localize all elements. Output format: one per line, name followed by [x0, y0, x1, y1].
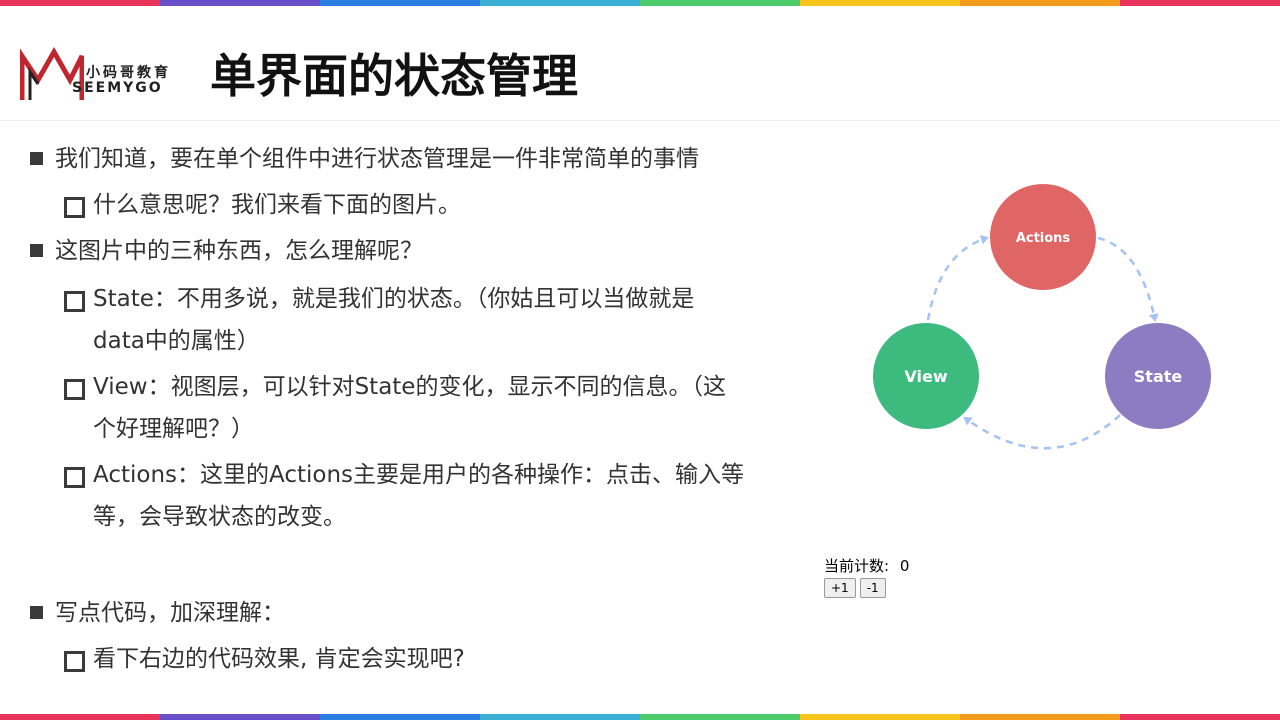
bullet-text-line: 什么意思呢？我们来看下面的图片。: [93, 192, 461, 218]
arrow-actions-to-state: [1097, 236, 1159, 322]
bullet-text: 什么意思呢？我们来看下面的图片。: [93, 184, 461, 226]
color-bar-segment: [640, 714, 800, 720]
bullet-text: 这图片中的三种东西，怎么理解呢？: [55, 230, 423, 272]
bullet-text-line: 我们知道，要在单个组件中进行状态管理是一件非常简单的事情: [55, 146, 699, 172]
color-bar-segment: [1120, 714, 1280, 720]
bullet-text-line: 写点代码，加深理解：: [55, 600, 285, 626]
bullet-text-line: data中的属性）: [93, 328, 260, 354]
bullet-text-line: State：不用多说，就是我们的状态。（你姑且可以当做就是: [93, 286, 695, 312]
state-node-label: State: [1134, 367, 1183, 386]
slide-header: 小码哥教育 SEEMYGO 单界面的状态管理: [0, 6, 1280, 121]
hollow-square-bullet-icon: [64, 454, 85, 496]
actions-node-label: Actions: [1016, 231, 1071, 246]
view-node-label: View: [904, 367, 947, 386]
hollow-square-bullet-icon: [64, 366, 85, 408]
counter-display: 当前计数: 0: [824, 556, 909, 576]
logo-text-en: SEEMYGO: [72, 80, 163, 96]
increment-button[interactable]: +1: [824, 578, 856, 598]
hollow-square-bullet-icon: [64, 278, 85, 320]
hollow-square-bullet-icon: [64, 638, 85, 680]
bottom-color-bar: [0, 714, 1280, 720]
color-bar-segment: [160, 714, 320, 720]
bullet-text-line: 这图片中的三种东西，怎么理解呢？: [55, 238, 423, 264]
arrow-view-to-actions: [926, 234, 989, 321]
page-title: 单界面的状态管理: [210, 49, 578, 103]
decrement-button[interactable]: -1: [859, 578, 886, 598]
color-bar-segment: [0, 714, 160, 720]
logo: 小码哥教育 SEEMYGO: [20, 46, 190, 106]
bullet-text: Actions：这里的Actions主要是用户的各种操作：点击、输入等 等，会导致…: [93, 454, 744, 538]
square-bullet-icon: [28, 138, 48, 180]
bullet-text: 写点代码，加深理解：: [55, 592, 285, 634]
color-bar-segment: [800, 714, 960, 720]
bullet-text-line: Actions：这里的Actions主要是用户的各种操作：点击、输入等: [93, 462, 745, 488]
square-bullet-icon: [28, 230, 48, 272]
counter-demo: 当前计数: 0 +1 -1: [824, 556, 909, 598]
state-flow-diagram: Actions State View: [873, 184, 1211, 450]
bullet-text: 看下右边的代码效果, 肯定会实现吧?: [93, 638, 465, 680]
counter-label: 当前计数:: [824, 557, 890, 575]
color-bar-segment: [480, 714, 640, 720]
bullet-text: 我们知道，要在单个组件中进行状态管理是一件非常简单的事情: [55, 138, 699, 180]
color-bar-segment: [320, 714, 480, 720]
color-bar-segment: [960, 714, 1120, 720]
arrow-state-to-view: [963, 414, 1121, 450]
bullet-text: View：视图层，可以针对State的变化，显示不同的信息。（这 个好理解吧？）: [93, 366, 726, 450]
counter-value: 0: [899, 557, 910, 575]
hollow-square-bullet-icon: [64, 184, 85, 226]
bullet-text-line: View：视图层，可以针对State的变化，显示不同的信息。（这: [93, 374, 726, 400]
bullet-text-line: 等，会导致状态的改变。: [93, 504, 346, 530]
bullet-text-line: 个好理解吧？）: [93, 416, 254, 442]
bullet-text: State：不用多说，就是我们的状态。（你姑且可以当做就是 data中的属性）: [93, 278, 694, 362]
logo-text-cn: 小码哥教育: [86, 65, 171, 81]
square-bullet-icon: [28, 592, 48, 634]
bullet-text-line: 看下右边的代码效果, 肯定会实现吧?: [93, 646, 465, 672]
